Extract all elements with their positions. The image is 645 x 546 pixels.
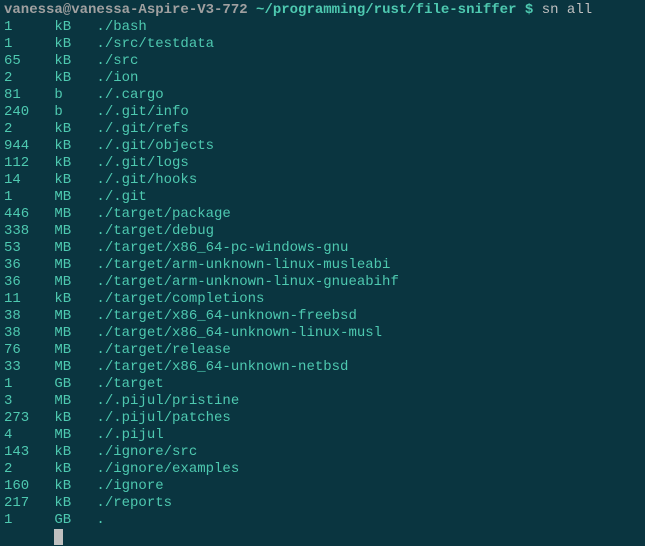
output-row: 2 kB ./.git/refs: [4, 121, 641, 138]
output-row: 38 MB ./target/x86_64-unknown-linux-musl: [4, 325, 641, 342]
output-row: 143 kB ./ignore/src: [4, 444, 641, 461]
cursor-block: [54, 529, 62, 545]
output-row: 36 MB ./target/arm-unknown-linux-gnueabi…: [4, 274, 641, 291]
output-row: 1 GB .: [4, 512, 641, 529]
output-row: 4 MB ./.pijul: [4, 427, 641, 444]
output-row: 65 kB ./src: [4, 53, 641, 70]
next-prompt-line: [4, 529, 641, 546]
output-row: 1 GB ./target: [4, 376, 641, 393]
output-row: 2 kB ./ignore/examples: [4, 461, 641, 478]
output-row: 76 MB ./target/release: [4, 342, 641, 359]
output-row: 338 MB ./target/debug: [4, 223, 641, 240]
output-row: 160 kB ./ignore: [4, 478, 641, 495]
output-row: 1 kB ./src/testdata: [4, 36, 641, 53]
output-row: 81 b ./.cargo: [4, 87, 641, 104]
output-row: 3 MB ./.pijul/pristine: [4, 393, 641, 410]
output-row: 240 b ./.git/info: [4, 104, 641, 121]
user-host: vanessa@vanessa-Aspire-V3-772: [4, 2, 248, 18]
output-rows: 1 kB ./bash1 kB ./src/testdata65 kB ./sr…: [4, 19, 641, 529]
output-row: 53 MB ./target/x86_64-pc-windows-gnu: [4, 240, 641, 257]
output-row: 11 kB ./target/completions: [4, 291, 641, 308]
output-row: 36 MB ./target/arm-unknown-linux-musleab…: [4, 257, 641, 274]
output-row: 944 kB ./.git/objects: [4, 138, 641, 155]
output-row: 2 kB ./ion: [4, 70, 641, 87]
output-row: 273 kB ./.pijul/patches: [4, 410, 641, 427]
output-row: 33 MB ./target/x86_64-unknown-netbsd: [4, 359, 641, 376]
command[interactable]: sn all: [542, 2, 592, 18]
output-row: 112 kB ./.git/logs: [4, 155, 641, 172]
prompt-symbol: $: [525, 2, 533, 18]
output-row: 38 MB ./target/x86_64-unknown-freebsd: [4, 308, 641, 325]
prompt-line: vanessa@vanessa-Aspire-V3-772 ~/programm…: [4, 2, 641, 19]
output-row: 217 kB ./reports: [4, 495, 641, 512]
output-row: 1 kB ./bash: [4, 19, 641, 36]
output-row: 446 MB ./target/package: [4, 206, 641, 223]
cwd: ~/programming/rust/file-sniffer: [256, 2, 516, 18]
output-row: 14 kB ./.git/hooks: [4, 172, 641, 189]
output-row: 1 MB ./.git: [4, 189, 641, 206]
